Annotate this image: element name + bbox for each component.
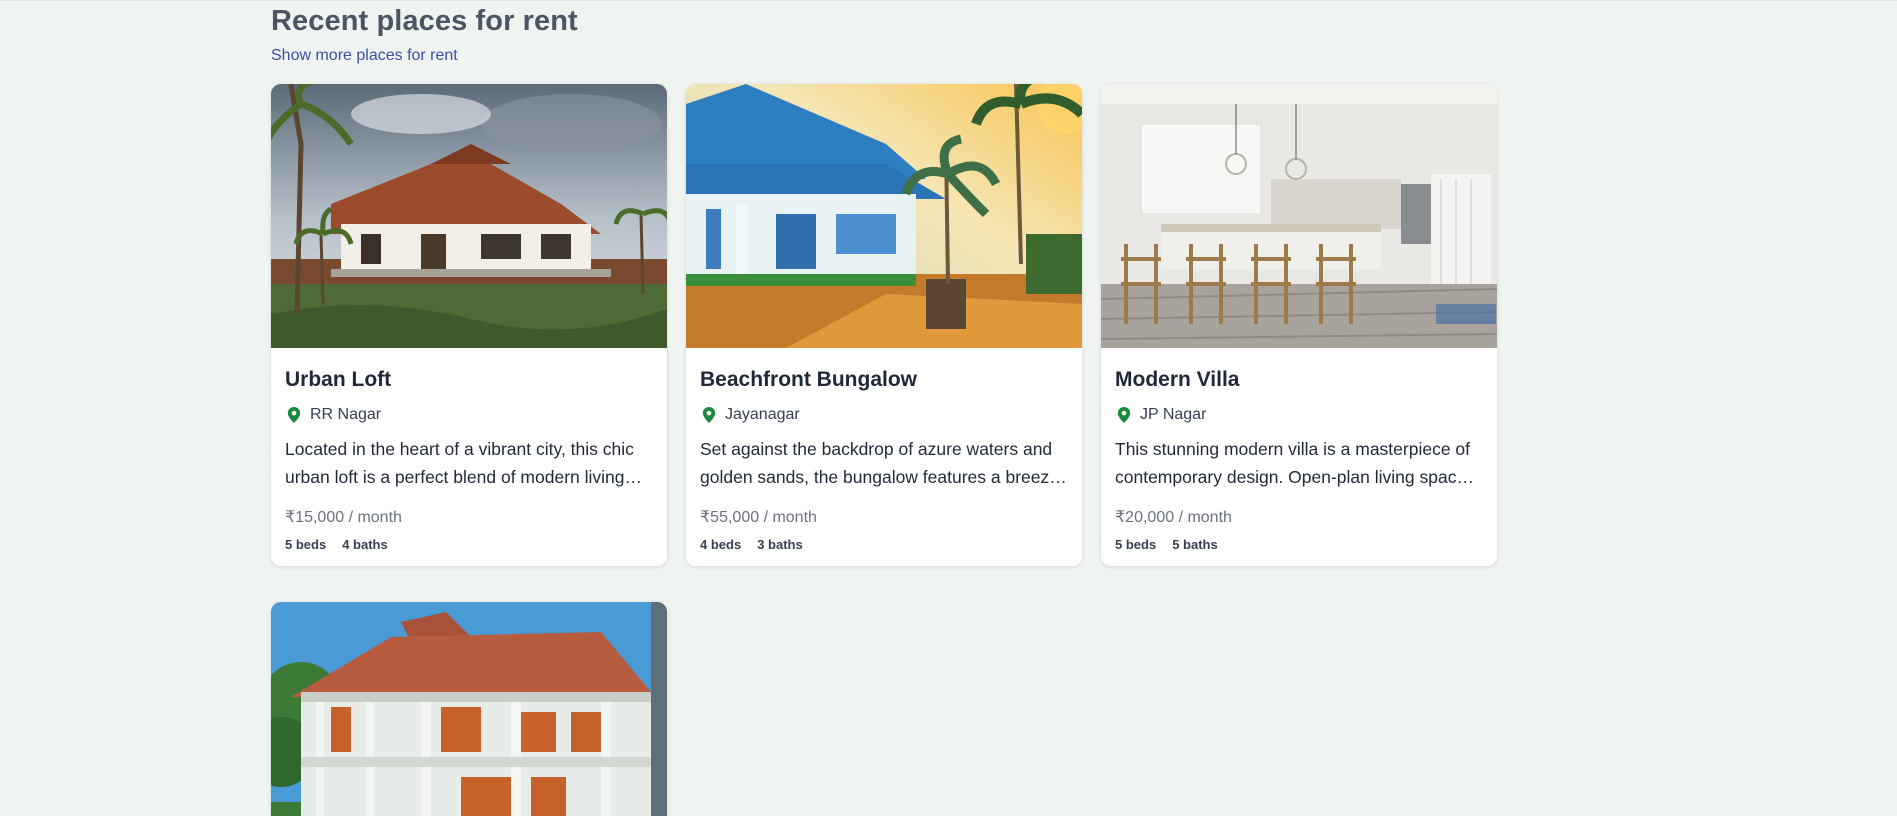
listing-location: RR Nagar	[285, 406, 653, 424]
map-pin-icon	[287, 407, 301, 423]
listing-image	[1101, 84, 1497, 348]
listing-card[interactable]: Beachfront Bungalow Jayanagar Set agains…	[686, 84, 1082, 566]
location-label: JP Nagar	[1140, 406, 1207, 423]
listing-card[interactable]	[271, 602, 667, 816]
listing-price: ₹15,000 / month	[285, 509, 402, 526]
listing-title: Urban Loft	[285, 368, 392, 391]
location-label: Jayanagar	[725, 406, 800, 423]
listing-card[interactable]: Modern Villa JP Nagar This stunning mode…	[1101, 84, 1497, 566]
listing-description: Set against the backdrop of azure waters…	[700, 439, 1059, 487]
baths-count: 3 baths	[757, 537, 803, 552]
listing-features: 5 beds 5 baths	[1115, 537, 1483, 566]
baths-count: 4 baths	[342, 537, 388, 552]
listing-title: Beachfront Bungalow	[700, 368, 918, 391]
show-more-link[interactable]: Show more places for rent	[271, 47, 458, 65]
listing-description: Located in the heart of a vibrant city, …	[285, 439, 634, 487]
listing-features: 4 beds 3 baths	[700, 537, 1068, 566]
listing-image	[271, 602, 667, 816]
beds-count: 5 beds	[1115, 537, 1157, 552]
listing-location: JP Nagar	[1115, 406, 1483, 424]
listing-features: 5 beds 4 baths	[285, 537, 653, 566]
listing-price: ₹20,000 / month	[1115, 509, 1232, 526]
map-pin-icon	[1117, 407, 1131, 423]
listing-image	[686, 84, 1082, 348]
beds-count: 4 beds	[700, 537, 742, 552]
listing-image	[271, 84, 667, 348]
beds-count: 5 beds	[285, 537, 327, 552]
listing-description: This stunning modern villa is a masterpi…	[1115, 439, 1475, 487]
baths-count: 5 baths	[1172, 537, 1218, 552]
section-title: Recent places for rent	[271, 5, 578, 37]
listing-title: Modern Villa	[1115, 368, 1240, 391]
location-label: RR Nagar	[310, 406, 382, 423]
map-pin-icon	[702, 407, 716, 423]
page: Recent places for rent Show more places …	[0, 0, 1897, 816]
listing-card[interactable]: Urban Loft RR Nagar Located in the heart…	[271, 84, 667, 566]
listing-price: ₹55,000 / month	[700, 509, 817, 526]
listing-location: Jayanagar	[700, 406, 1068, 424]
